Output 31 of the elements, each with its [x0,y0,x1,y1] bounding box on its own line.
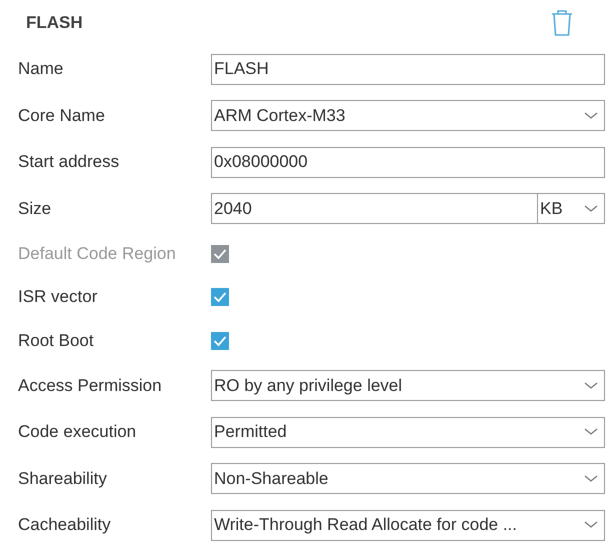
field-label: Access Permission [18,376,163,396]
chevron-down-icon [584,112,598,120]
field-label: Cacheability [18,515,112,536]
dropdown[interactable]: Permitted [211,416,605,448]
dropdown[interactable]: Write-Through Read Allocate for code ... [211,510,605,541]
field-label: Shareability [18,468,108,489]
dropdown[interactable]: Non-Shareable [211,463,605,494]
chevron-down-icon [584,428,598,436]
checkbox[interactable] [211,332,229,350]
field-label: Core Name [18,106,106,126]
chevron-down-icon [584,521,598,530]
dropdown[interactable]: ARM Cortex-M33 [211,100,605,132]
input-field[interactable]: FLASH [211,54,605,85]
field-label: Code execution [18,422,138,442]
input-field[interactable]: 2040 [211,193,538,224]
dropdown[interactable]: RO by any privilege level [211,370,605,402]
delete-button[interactable] [551,9,573,37]
checkbox[interactable] [211,288,229,306]
unit-dropdown[interactable]: KB [538,193,605,224]
panel-title: FLASH [26,13,83,33]
field-label: Name [18,59,64,80]
chevron-down-icon [584,204,598,213]
trash-icon [551,9,573,37]
field-label: Start address [18,152,120,172]
chevron-down-icon [584,382,598,390]
field-label: Default Code Region [18,244,177,264]
field-label: Size [18,198,52,219]
field-label: Root Boot [18,330,95,351]
input-field[interactable]: 0x08000000 [211,146,605,178]
field-label: ISR vector [18,287,98,308]
chevron-down-icon [584,474,598,483]
